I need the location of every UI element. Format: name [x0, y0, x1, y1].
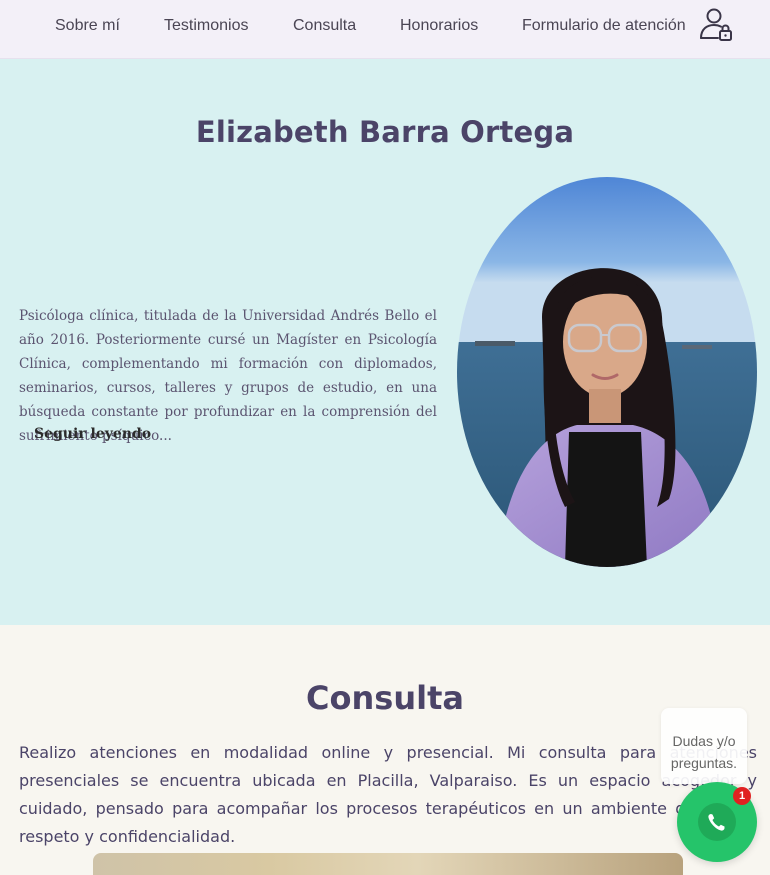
hero-section: Elizabeth Barra Ortega Psicóloga clínica… [0, 59, 770, 625]
whatsapp-chat-button[interactable]: 1 [677, 782, 757, 862]
consulta-title: Consulta [306, 679, 464, 717]
nav-item-consulta[interactable]: Consulta [293, 17, 356, 35]
read-more-link[interactable]: Seguir leyendo [34, 426, 151, 442]
nav-item-sobre-mi[interactable]: Sobre mí [55, 17, 120, 35]
nav-item-formulario[interactable]: Formulario de atención [522, 17, 686, 35]
consulta-description: Realizo atenciones en modalidad online y… [19, 743, 757, 846]
consulta-photo [93, 853, 683, 875]
nav-item-testimonios[interactable]: Testimonios [164, 17, 248, 35]
phone-icon [698, 803, 736, 841]
hero-title: Elizabeth Barra Ortega [195, 115, 575, 149]
chat-prompt-bubble[interactable]: Dudas y/o preguntas. [661, 708, 747, 784]
nav-item-honorarios[interactable]: Honorarios [400, 17, 478, 35]
user-lock-icon[interactable] [698, 6, 734, 42]
notification-badge: 1 [733, 787, 751, 805]
consulta-section: Consulta Realizo atenciones en modalidad… [0, 625, 770, 875]
profile-photo [457, 177, 757, 567]
top-navigation: Sobre mí Testimonios Consulta Honorarios… [0, 0, 770, 59]
